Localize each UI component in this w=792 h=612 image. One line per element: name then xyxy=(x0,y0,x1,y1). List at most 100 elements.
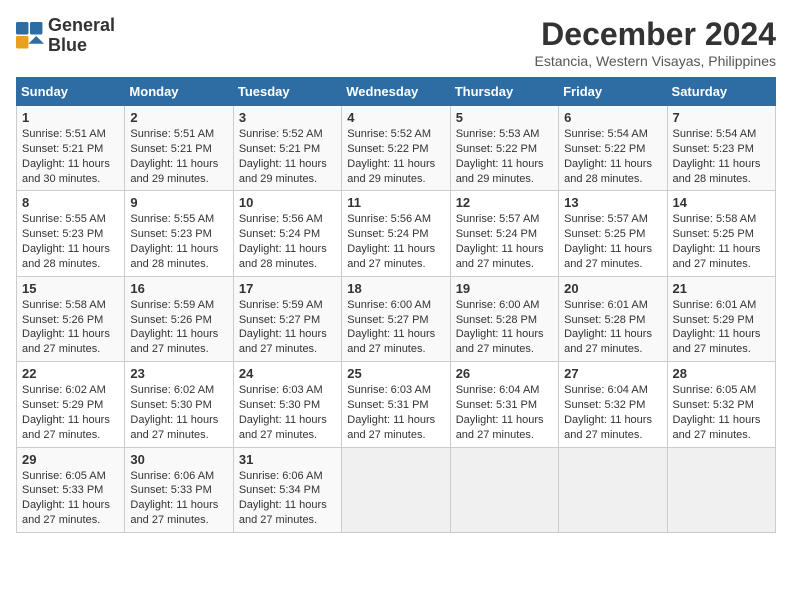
week-row-3: 15 Sunrise: 5:58 AM Sunset: 5:26 PM Dayli… xyxy=(17,276,776,361)
day-number: 13 xyxy=(564,195,661,210)
calendar-cell: 31 Sunrise: 6:06 AM Sunset: 5:34 PM Dayli… xyxy=(233,447,341,532)
calendar-cell: 25Sunrise: 6:03 AM Sunset: 5:31 PM Dayli… xyxy=(342,362,450,447)
calendar-cell: 19 Sunrise: 6:00 AM Sunset: 5:28 PM Dayli… xyxy=(450,276,558,361)
day-info: Sunrise: 5:58 AM Sunset: 5:25 PM Dayligh… xyxy=(673,212,770,271)
calendar-cell xyxy=(450,447,558,532)
month-year-title: December 2024 xyxy=(535,16,777,53)
calendar-cell: 7 Sunrise: 5:54 AM Sunset: 5:23 PM Daylig… xyxy=(667,106,775,191)
day-info: Sunrise: 5:52 AM Sunset: 5:21 PM Dayligh… xyxy=(239,127,336,186)
weekday-header-saturday: Saturday xyxy=(667,78,775,106)
day-info: Sunrise: 6:01 AM Sunset: 5:28 PM Dayligh… xyxy=(564,298,661,357)
day-number: 8 xyxy=(22,195,119,210)
calendar-cell: 8 Sunrise: 5:55 AM Sunset: 5:23 PM Daylig… xyxy=(17,191,125,276)
calendar-cell: 3Sunrise: 5:52 AM Sunset: 5:21 PM Daylig… xyxy=(233,106,341,191)
weekday-header-friday: Friday xyxy=(559,78,667,106)
calendar-cell: 16 Sunrise: 5:59 AM Sunset: 5:26 PM Dayli… xyxy=(125,276,233,361)
calendar-cell: 27 Sunrise: 6:04 AM Sunset: 5:32 PM Dayli… xyxy=(559,362,667,447)
day-info: Sunrise: 5:55 AM Sunset: 5:23 PM Dayligh… xyxy=(130,212,227,271)
day-info: Sunrise: 5:57 AM Sunset: 5:25 PM Dayligh… xyxy=(564,212,661,271)
logo-line2: Blue xyxy=(48,36,115,56)
day-info: Sunrise: 5:51 AM Sunset: 5:21 PM Dayligh… xyxy=(130,127,227,186)
calendar-cell xyxy=(559,447,667,532)
day-info: Sunrise: 5:54 AM Sunset: 5:22 PM Dayligh… xyxy=(564,127,661,186)
day-number: 7 xyxy=(673,110,770,125)
day-number: 25 xyxy=(347,366,444,381)
day-info: Sunrise: 6:06 AM Sunset: 5:34 PM Dayligh… xyxy=(239,469,336,528)
calendar-cell: 5 Sunrise: 5:53 AM Sunset: 5:22 PM Daylig… xyxy=(450,106,558,191)
day-number: 15 xyxy=(22,281,119,296)
day-number: 10 xyxy=(239,195,336,210)
calendar-table: SundayMondayTuesdayWednesdayThursdayFrid… xyxy=(16,77,776,533)
calendar-cell: 13 Sunrise: 5:57 AM Sunset: 5:25 PM Dayli… xyxy=(559,191,667,276)
day-number: 27 xyxy=(564,366,661,381)
calendar-cell: 24Sunrise: 6:03 AM Sunset: 5:30 PM Dayli… xyxy=(233,362,341,447)
week-row-5: 29Sunrise: 6:05 AM Sunset: 5:33 PM Dayli… xyxy=(17,447,776,532)
day-number: 19 xyxy=(456,281,553,296)
calendar-cell: 26 Sunrise: 6:04 AM Sunset: 5:31 PM Dayli… xyxy=(450,362,558,447)
day-info: Sunrise: 5:57 AM Sunset: 5:24 PM Dayligh… xyxy=(456,212,553,271)
calendar-cell: 17Sunrise: 5:59 AM Sunset: 5:27 PM Dayli… xyxy=(233,276,341,361)
weekday-header-thursday: Thursday xyxy=(450,78,558,106)
day-info: Sunrise: 5:54 AM Sunset: 5:23 PM Dayligh… xyxy=(673,127,770,186)
logo: General Blue xyxy=(16,16,115,56)
calendar-cell: 14 Sunrise: 5:58 AM Sunset: 5:25 PM Dayli… xyxy=(667,191,775,276)
day-number: 22 xyxy=(22,366,119,381)
day-number: 9 xyxy=(130,195,227,210)
week-row-4: 22 Sunrise: 6:02 AM Sunset: 5:29 PM Dayli… xyxy=(17,362,776,447)
day-info: Sunrise: 6:05 AM Sunset: 5:32 PM Dayligh… xyxy=(673,383,770,442)
day-info: Sunrise: 5:55 AM Sunset: 5:23 PM Dayligh… xyxy=(22,212,119,271)
day-number: 1 xyxy=(22,110,119,125)
calendar-cell: 9 Sunrise: 5:55 AM Sunset: 5:23 PM Daylig… xyxy=(125,191,233,276)
calendar-cell: 15 Sunrise: 5:58 AM Sunset: 5:26 PM Dayli… xyxy=(17,276,125,361)
week-row-1: 1 Sunrise: 5:51 AM Sunset: 5:21 PM Daylig… xyxy=(17,106,776,191)
calendar-cell xyxy=(342,447,450,532)
day-info: Sunrise: 5:56 AM Sunset: 5:24 PM Dayligh… xyxy=(347,212,444,271)
calendar-cell: 30 Sunrise: 6:06 AM Sunset: 5:33 PM Dayli… xyxy=(125,447,233,532)
calendar-cell: 1 Sunrise: 5:51 AM Sunset: 5:21 PM Daylig… xyxy=(17,106,125,191)
day-number: 12 xyxy=(456,195,553,210)
day-number: 23 xyxy=(130,366,227,381)
weekday-header-row: SundayMondayTuesdayWednesdayThursdayFrid… xyxy=(17,78,776,106)
day-info: Sunrise: 6:05 AM Sunset: 5:33 PM Dayligh… xyxy=(22,469,119,528)
day-number: 5 xyxy=(456,110,553,125)
calendar-cell: 23Sunrise: 6:02 AM Sunset: 5:30 PM Dayli… xyxy=(125,362,233,447)
weekday-header-tuesday: Tuesday xyxy=(233,78,341,106)
day-number: 31 xyxy=(239,452,336,467)
page-header: General Blue December 2024 Estancia, Wes… xyxy=(16,16,776,69)
calendar-cell xyxy=(667,447,775,532)
day-number: 11 xyxy=(347,195,444,210)
calendar-cell: 20 Sunrise: 6:01 AM Sunset: 5:28 PM Dayli… xyxy=(559,276,667,361)
calendar-cell: 6 Sunrise: 5:54 AM Sunset: 5:22 PM Daylig… xyxy=(559,106,667,191)
calendar-cell: 11 Sunrise: 5:56 AM Sunset: 5:24 PM Dayli… xyxy=(342,191,450,276)
day-info: Sunrise: 6:02 AM Sunset: 5:29 PM Dayligh… xyxy=(22,383,119,442)
day-number: 14 xyxy=(673,195,770,210)
logo-line1: General xyxy=(48,16,115,36)
day-info: Sunrise: 5:59 AM Sunset: 5:27 PM Dayligh… xyxy=(239,298,336,357)
calendar-cell: 29Sunrise: 6:05 AM Sunset: 5:33 PM Dayli… xyxy=(17,447,125,532)
calendar-cell: 28 Sunrise: 6:05 AM Sunset: 5:32 PM Dayli… xyxy=(667,362,775,447)
day-info: Sunrise: 6:06 AM Sunset: 5:33 PM Dayligh… xyxy=(130,469,227,528)
day-number: 26 xyxy=(456,366,553,381)
week-row-2: 8 Sunrise: 5:55 AM Sunset: 5:23 PM Daylig… xyxy=(17,191,776,276)
weekday-header-sunday: Sunday xyxy=(17,78,125,106)
day-info: Sunrise: 6:00 AM Sunset: 5:28 PM Dayligh… xyxy=(456,298,553,357)
day-info: Sunrise: 5:53 AM Sunset: 5:22 PM Dayligh… xyxy=(456,127,553,186)
day-info: Sunrise: 5:58 AM Sunset: 5:26 PM Dayligh… xyxy=(22,298,119,357)
day-info: Sunrise: 6:04 AM Sunset: 5:32 PM Dayligh… xyxy=(564,383,661,442)
calendar-cell: 21Sunrise: 6:01 AM Sunset: 5:29 PM Dayli… xyxy=(667,276,775,361)
day-number: 30 xyxy=(130,452,227,467)
day-info: Sunrise: 6:00 AM Sunset: 5:27 PM Dayligh… xyxy=(347,298,444,357)
day-number: 21 xyxy=(673,281,770,296)
day-number: 24 xyxy=(239,366,336,381)
day-info: Sunrise: 5:51 AM Sunset: 5:21 PM Dayligh… xyxy=(22,127,119,186)
day-number: 28 xyxy=(673,366,770,381)
day-number: 6 xyxy=(564,110,661,125)
calendar-cell: 4Sunrise: 5:52 AM Sunset: 5:22 PM Daylig… xyxy=(342,106,450,191)
day-info: Sunrise: 6:04 AM Sunset: 5:31 PM Dayligh… xyxy=(456,383,553,442)
day-number: 16 xyxy=(130,281,227,296)
calendar-cell: 2Sunrise: 5:51 AM Sunset: 5:21 PM Daylig… xyxy=(125,106,233,191)
logo-icon xyxy=(16,22,44,50)
day-info: Sunrise: 5:52 AM Sunset: 5:22 PM Dayligh… xyxy=(347,127,444,186)
day-number: 20 xyxy=(564,281,661,296)
day-info: Sunrise: 5:59 AM Sunset: 5:26 PM Dayligh… xyxy=(130,298,227,357)
